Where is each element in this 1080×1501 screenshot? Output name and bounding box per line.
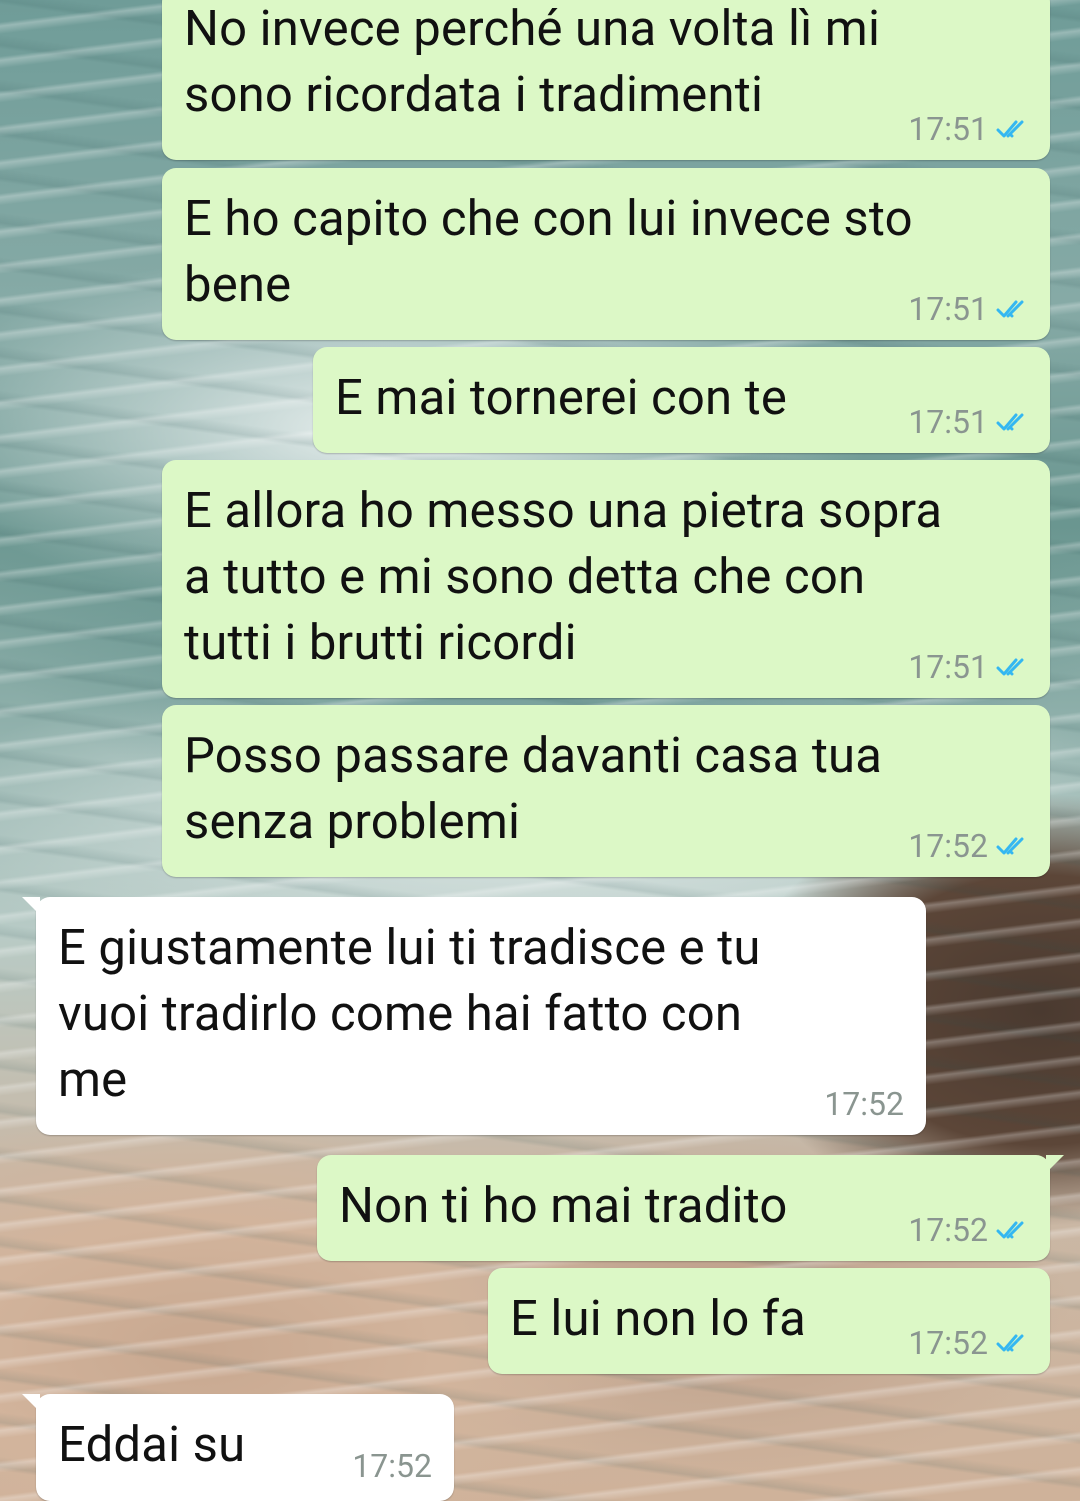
message-meta: 17:51: [908, 650, 1030, 684]
message-time: 17:52: [908, 1324, 988, 1362]
chat-message-list[interactable]: No invece perché una volta lì mi sono ri…: [0, 0, 1080, 1501]
message-meta: 17:51: [908, 292, 1030, 326]
message-bubble-incoming[interactable]: Eddai su 17:52: [22, 1394, 454, 1501]
message-time: 17:52: [824, 1085, 904, 1123]
double-check-icon: [996, 300, 1024, 318]
message-meta: 17:52: [908, 1213, 1030, 1247]
double-check-icon: [996, 837, 1024, 855]
message-text: E lui non lo fa: [510, 1290, 806, 1347]
bubble-tail: [1046, 1155, 1064, 1173]
double-check-icon: [996, 120, 1024, 138]
message-time: 17:52: [908, 1211, 988, 1249]
message-time: 17:51: [908, 403, 988, 441]
message-meta: 17:52: [908, 1326, 1030, 1360]
message-meta: 17:52: [352, 1449, 432, 1483]
double-check-icon: [996, 413, 1024, 431]
message-meta: 17:52: [908, 829, 1030, 863]
message-time: 17:51: [908, 648, 988, 686]
message-bubble-outgoing[interactable]: Posso passare davanti casa tua senza pro…: [162, 705, 1050, 877]
message-meta: 17:51: [908, 112, 1030, 146]
message-text: E ho capito che con lui invece sto bene: [184, 190, 913, 313]
message-text: Posso passare davanti casa tua senza pro…: [184, 727, 883, 850]
message-time: 17:52: [908, 827, 988, 865]
message-time: 17:52: [352, 1447, 432, 1485]
message-text: E mai tornerei con te: [335, 369, 788, 426]
double-check-icon: [996, 658, 1024, 676]
message-text: Eddai su: [58, 1416, 246, 1473]
message-bubble-outgoing[interactable]: E ho capito che con lui invece sto bene …: [162, 168, 1050, 340]
message-bubble-outgoing[interactable]: Non ti ho mai tradito 17:52: [317, 1155, 1064, 1261]
bubble-tail: [22, 897, 40, 915]
message-meta: 17:52: [824, 1087, 904, 1121]
message-bubble-outgoing[interactable]: E mai tornerei con te 17:51: [313, 347, 1050, 453]
message-text: Non ti ho mai tradito: [339, 1177, 788, 1234]
double-check-icon: [996, 1221, 1024, 1239]
message-bubble-outgoing[interactable]: E lui non lo fa 17:52: [488, 1268, 1050, 1374]
message-meta: 17:51: [908, 405, 1030, 439]
message-bubble-incoming[interactable]: E giustamente lui ti tradisce e tu vuoi …: [22, 897, 926, 1135]
message-time: 17:51: [908, 110, 988, 148]
message-bubble-outgoing[interactable]: No invece perché una volta lì mi sono ri…: [162, 0, 1050, 160]
message-bubble-outgoing[interactable]: E allora ho messo una pietra sopra a tut…: [162, 460, 1050, 698]
message-text: E giustamente lui ti tradisce e tu vuoi …: [58, 919, 761, 1108]
double-check-icon: [996, 1334, 1024, 1352]
bubble-tail: [22, 1394, 40, 1412]
message-text: No invece perché una volta lì mi sono ri…: [184, 0, 881, 123]
message-time: 17:51: [908, 290, 988, 328]
message-text: E allora ho messo una pietra sopra a tut…: [184, 482, 943, 671]
